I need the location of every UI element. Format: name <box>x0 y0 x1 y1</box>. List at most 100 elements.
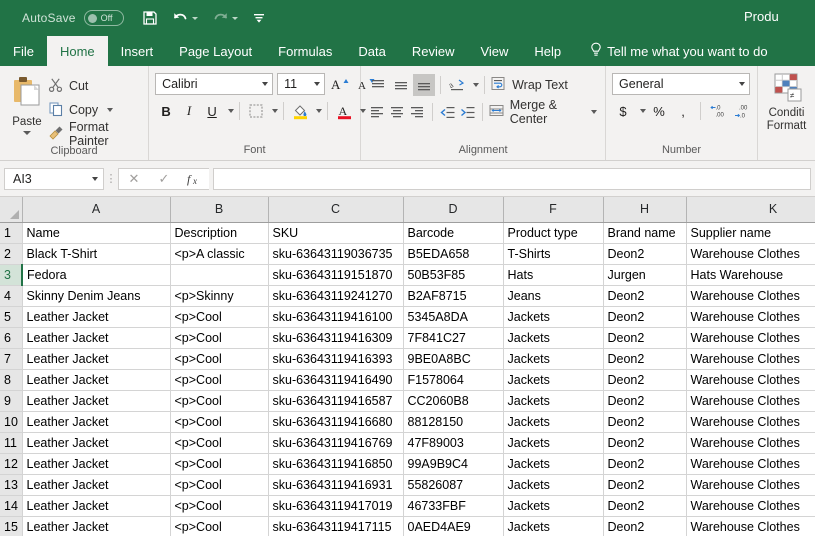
cell[interactable]: sku-63643119416100 <box>268 306 403 327</box>
cell[interactable]: sku-63643119416769 <box>268 432 403 453</box>
cell[interactable]: Leather Jacket <box>22 348 170 369</box>
table-row[interactable]: 14Leather Jacket<p>Coolsku-6364311941701… <box>0 495 815 516</box>
cell[interactable]: T-Shirts <box>503 243 603 264</box>
undo-dropdown-caret[interactable] <box>192 17 198 20</box>
column-header-c[interactable]: C <box>268 197 403 222</box>
cell[interactable]: sku-63643119416680 <box>268 411 403 432</box>
cell[interactable]: <p>Cool <box>170 516 268 536</box>
cell[interactable]: sku-63643119151870 <box>268 264 403 285</box>
cell[interactable]: Jackets <box>503 348 603 369</box>
confirm-icon[interactable]: ✓ <box>149 169 179 189</box>
underline-dropdown-caret[interactable] <box>228 109 234 113</box>
cell[interactable]: 9BE0A8BC <box>403 348 503 369</box>
table-row[interactable]: 15Leather Jacket<p>Coolsku-6364311941711… <box>0 516 815 536</box>
tab-data[interactable]: Data <box>345 36 398 66</box>
row-header-3[interactable]: 3 <box>0 264 22 285</box>
table-row[interactable]: 11Leather Jacket<p>Coolsku-6364311941676… <box>0 432 815 453</box>
cell[interactable]: Warehouse Clothes <box>686 348 815 369</box>
formula-input[interactable] <box>213 168 811 190</box>
percent-style-button[interactable]: % <box>648 100 670 122</box>
save-icon[interactable] <box>142 10 158 26</box>
spreadsheet-grid[interactable]: A B C D F H K 1NameDescriptionSKUBarcode… <box>0 197 815 536</box>
cell[interactable]: Jackets <box>503 474 603 495</box>
cell[interactable]: <p>Skinny <box>170 285 268 306</box>
copy-dropdown-caret[interactable] <box>107 108 113 112</box>
table-row[interactable]: 6Leather Jacket<p>Coolsku-63643119416309… <box>0 327 815 348</box>
orientation-dropdown-caret[interactable] <box>473 83 479 87</box>
font-color-button[interactable]: A <box>333 100 355 122</box>
column-header-a[interactable]: A <box>22 197 170 222</box>
merge-and-center-button[interactable]: Merge & Center <box>488 101 599 123</box>
increase-font-size-button[interactable]: A <box>329 73 351 95</box>
row-header-10[interactable]: 10 <box>0 411 22 432</box>
cell[interactable]: Warehouse Clothes <box>686 285 815 306</box>
table-row[interactable]: 5Leather Jacket<p>Coolsku-63643119416100… <box>0 306 815 327</box>
table-row[interactable]: 8Leather Jacket<p>Coolsku-63643119416490… <box>0 369 815 390</box>
row-header-5[interactable]: 5 <box>0 306 22 327</box>
cell[interactable]: Leather Jacket <box>22 474 170 495</box>
cell[interactable]: Deon2 <box>603 348 686 369</box>
borders-button[interactable] <box>245 100 267 122</box>
currency-dropdown-caret[interactable] <box>640 109 646 113</box>
cell[interactable]: Deon2 <box>603 411 686 432</box>
cell[interactable]: Warehouse Clothes <box>686 411 815 432</box>
cell[interactable]: Leather Jacket <box>22 432 170 453</box>
font-size-combo[interactable]: 11 <box>277 73 325 95</box>
cell[interactable]: Warehouse Clothes <box>686 495 815 516</box>
cell[interactable]: 55826087 <box>403 474 503 495</box>
table-row[interactable]: 3Fedorasku-6364311915187050B53F85HatsJur… <box>0 264 815 285</box>
cell[interactable]: Skinny Denim Jeans <box>22 285 170 306</box>
row-header-14[interactable]: 14 <box>0 495 22 516</box>
cell[interactable]: Deon2 <box>603 369 686 390</box>
align-left-button[interactable] <box>367 101 386 123</box>
cell[interactable]: sku-63643119241270 <box>268 285 403 306</box>
cell[interactable]: Leather Jacket <box>22 411 170 432</box>
cell[interactable]: 50B53F85 <box>403 264 503 285</box>
tab-insert[interactable]: Insert <box>108 36 167 66</box>
cell[interactable]: <p>Cool <box>170 348 268 369</box>
cell[interactable]: Warehouse Clothes <box>686 243 815 264</box>
cell[interactable]: sku-63643119416931 <box>268 474 403 495</box>
row-header-9[interactable]: 9 <box>0 390 22 411</box>
cell[interactable]: <p>Cool <box>170 453 268 474</box>
cell[interactable]: <p>Cool <box>170 369 268 390</box>
name-box[interactable]: AI3 <box>4 168 104 190</box>
row-header-7[interactable]: 7 <box>0 348 22 369</box>
tab-file[interactable]: File <box>0 36 47 66</box>
merge-dropdown-caret[interactable] <box>591 110 597 114</box>
cell[interactable]: Jackets <box>503 390 603 411</box>
column-header-d[interactable]: D <box>403 197 503 222</box>
cell[interactable]: sku-63643119417019 <box>268 495 403 516</box>
tab-help[interactable]: Help <box>521 36 574 66</box>
cell[interactable]: Deon2 <box>603 432 686 453</box>
font-size-caret[interactable] <box>314 82 320 86</box>
row-header-11[interactable]: 11 <box>0 432 22 453</box>
decrease-decimal-button[interactable]: .0.00 <box>707 100 729 122</box>
cell[interactable]: Leather Jacket <box>22 495 170 516</box>
align-bottom-button[interactable] <box>413 74 435 96</box>
cell[interactable]: Deon2 <box>603 327 686 348</box>
column-header-h[interactable]: H <box>603 197 686 222</box>
cell[interactable]: sku-63643119416393 <box>268 348 403 369</box>
cell[interactable]: Fedora <box>22 264 170 285</box>
italic-button[interactable]: I <box>178 100 200 122</box>
number-format-combo[interactable]: General <box>612 73 750 95</box>
cell[interactable]: Deon2 <box>603 474 686 495</box>
cell[interactable]: Brand name <box>603 222 686 243</box>
row-header-2[interactable]: 2 <box>0 243 22 264</box>
cell[interactable]: Warehouse Clothes <box>686 369 815 390</box>
align-top-button[interactable] <box>367 74 389 96</box>
increase-decimal-button[interactable]: .00.0 <box>731 100 753 122</box>
tab-home[interactable]: Home <box>47 36 108 66</box>
row-header-1[interactable]: 1 <box>0 222 22 243</box>
cell[interactable]: sku-63643119417115 <box>268 516 403 536</box>
insert-function-icon[interactable]: fx <box>179 169 209 189</box>
font-name-caret[interactable] <box>262 82 268 86</box>
cut-button[interactable]: Cut <box>48 75 142 97</box>
autosave-toggle[interactable]: Off <box>84 10 124 26</box>
cell[interactable]: <p>Cool <box>170 495 268 516</box>
cell[interactable]: SKU <box>268 222 403 243</box>
cell[interactable]: Leather Jacket <box>22 453 170 474</box>
cell[interactable]: Deon2 <box>603 453 686 474</box>
cell[interactable]: Leather Jacket <box>22 390 170 411</box>
